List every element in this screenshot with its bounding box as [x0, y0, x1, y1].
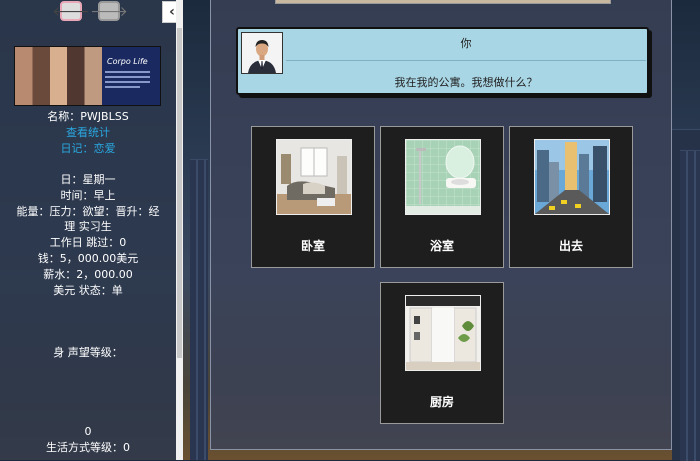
scrollbar-thumb[interactable] — [177, 28, 182, 358]
back-button[interactable]: 🡐 — [52, 1, 90, 21]
bathroom-image — [405, 139, 481, 215]
view-stats-link[interactable]: 查看统计 — [0, 126, 176, 140]
day-stat: 日：星期一 — [60, 173, 116, 186]
city-street-image — [534, 139, 610, 215]
location-card-go-out[interactable]: 出去 — [509, 126, 633, 268]
arrow-left-icon: 🡐 — [52, 3, 90, 20]
bedroom-image — [276, 139, 352, 215]
location-label-go-out: 出去 — [558, 239, 583, 253]
location-label-bedroom: 卧室 — [300, 239, 325, 253]
dialog-divider — [286, 60, 646, 61]
salary-stat: 薪水：2，000.00 — [43, 268, 133, 281]
diary-link[interactable]: 日记：恋爱 — [0, 142, 176, 156]
energy-stats: 能量：压力：欲望：晋升：经 — [16, 205, 160, 218]
reputation-stat: 身 声望等级： — [53, 346, 123, 359]
status-stat: 美元 状态：单 — [53, 284, 123, 297]
arrow-right-icon: 🡒 — [90, 3, 128, 20]
sidebar-scrollbar[interactable] — [176, 0, 183, 460]
rank-stat: 理 实习生 — [64, 220, 112, 233]
previous-passage-edge — [275, 0, 611, 4]
player-avatar — [241, 32, 283, 74]
forward-button[interactable]: 🡒 — [90, 1, 128, 21]
banner-title: Corpo Life — [107, 57, 148, 66]
chevron-left-icon: ‹ — [169, 4, 175, 20]
money-stat: 钱：5，000.00美元 — [37, 252, 139, 265]
reputation-value: 0 — [84, 425, 92, 438]
location-label-bathroom: 浴室 — [429, 239, 454, 253]
location-card-bathroom[interactable]: 浴室 — [380, 126, 504, 268]
kitchen-image — [405, 295, 481, 371]
time-stat: 时间：早上 — [60, 189, 116, 202]
lifestyle-stat: 生活方式等级：0 — [46, 441, 130, 454]
speaker-name: 你 — [460, 37, 472, 50]
story-panel: 你 我在我的公寓。我想做什么？ 卧室 浴室 出去 厨房 — [210, 0, 672, 450]
workday-stat: 工作日 跳过：0 — [49, 236, 127, 249]
location-card-kitchen[interactable]: 厨房 — [380, 282, 504, 424]
game-banner: Corpo Life — [14, 46, 161, 106]
location-card-bedroom[interactable]: 卧室 — [251, 126, 375, 268]
location-label-kitchen: 厨房 — [429, 395, 454, 409]
sidebar: 🡐 🡒 Corpo Life 名称：PWJBLSS 查看统计 日记：恋爱 日：星… — [0, 0, 182, 460]
dialog-text: 我在我的公寓。我想做什么？ — [394, 76, 538, 89]
player-name: 名称：PWJBLSS — [47, 110, 129, 123]
dialog-box: 你 我在我的公寓。我想做什么？ — [236, 27, 649, 95]
